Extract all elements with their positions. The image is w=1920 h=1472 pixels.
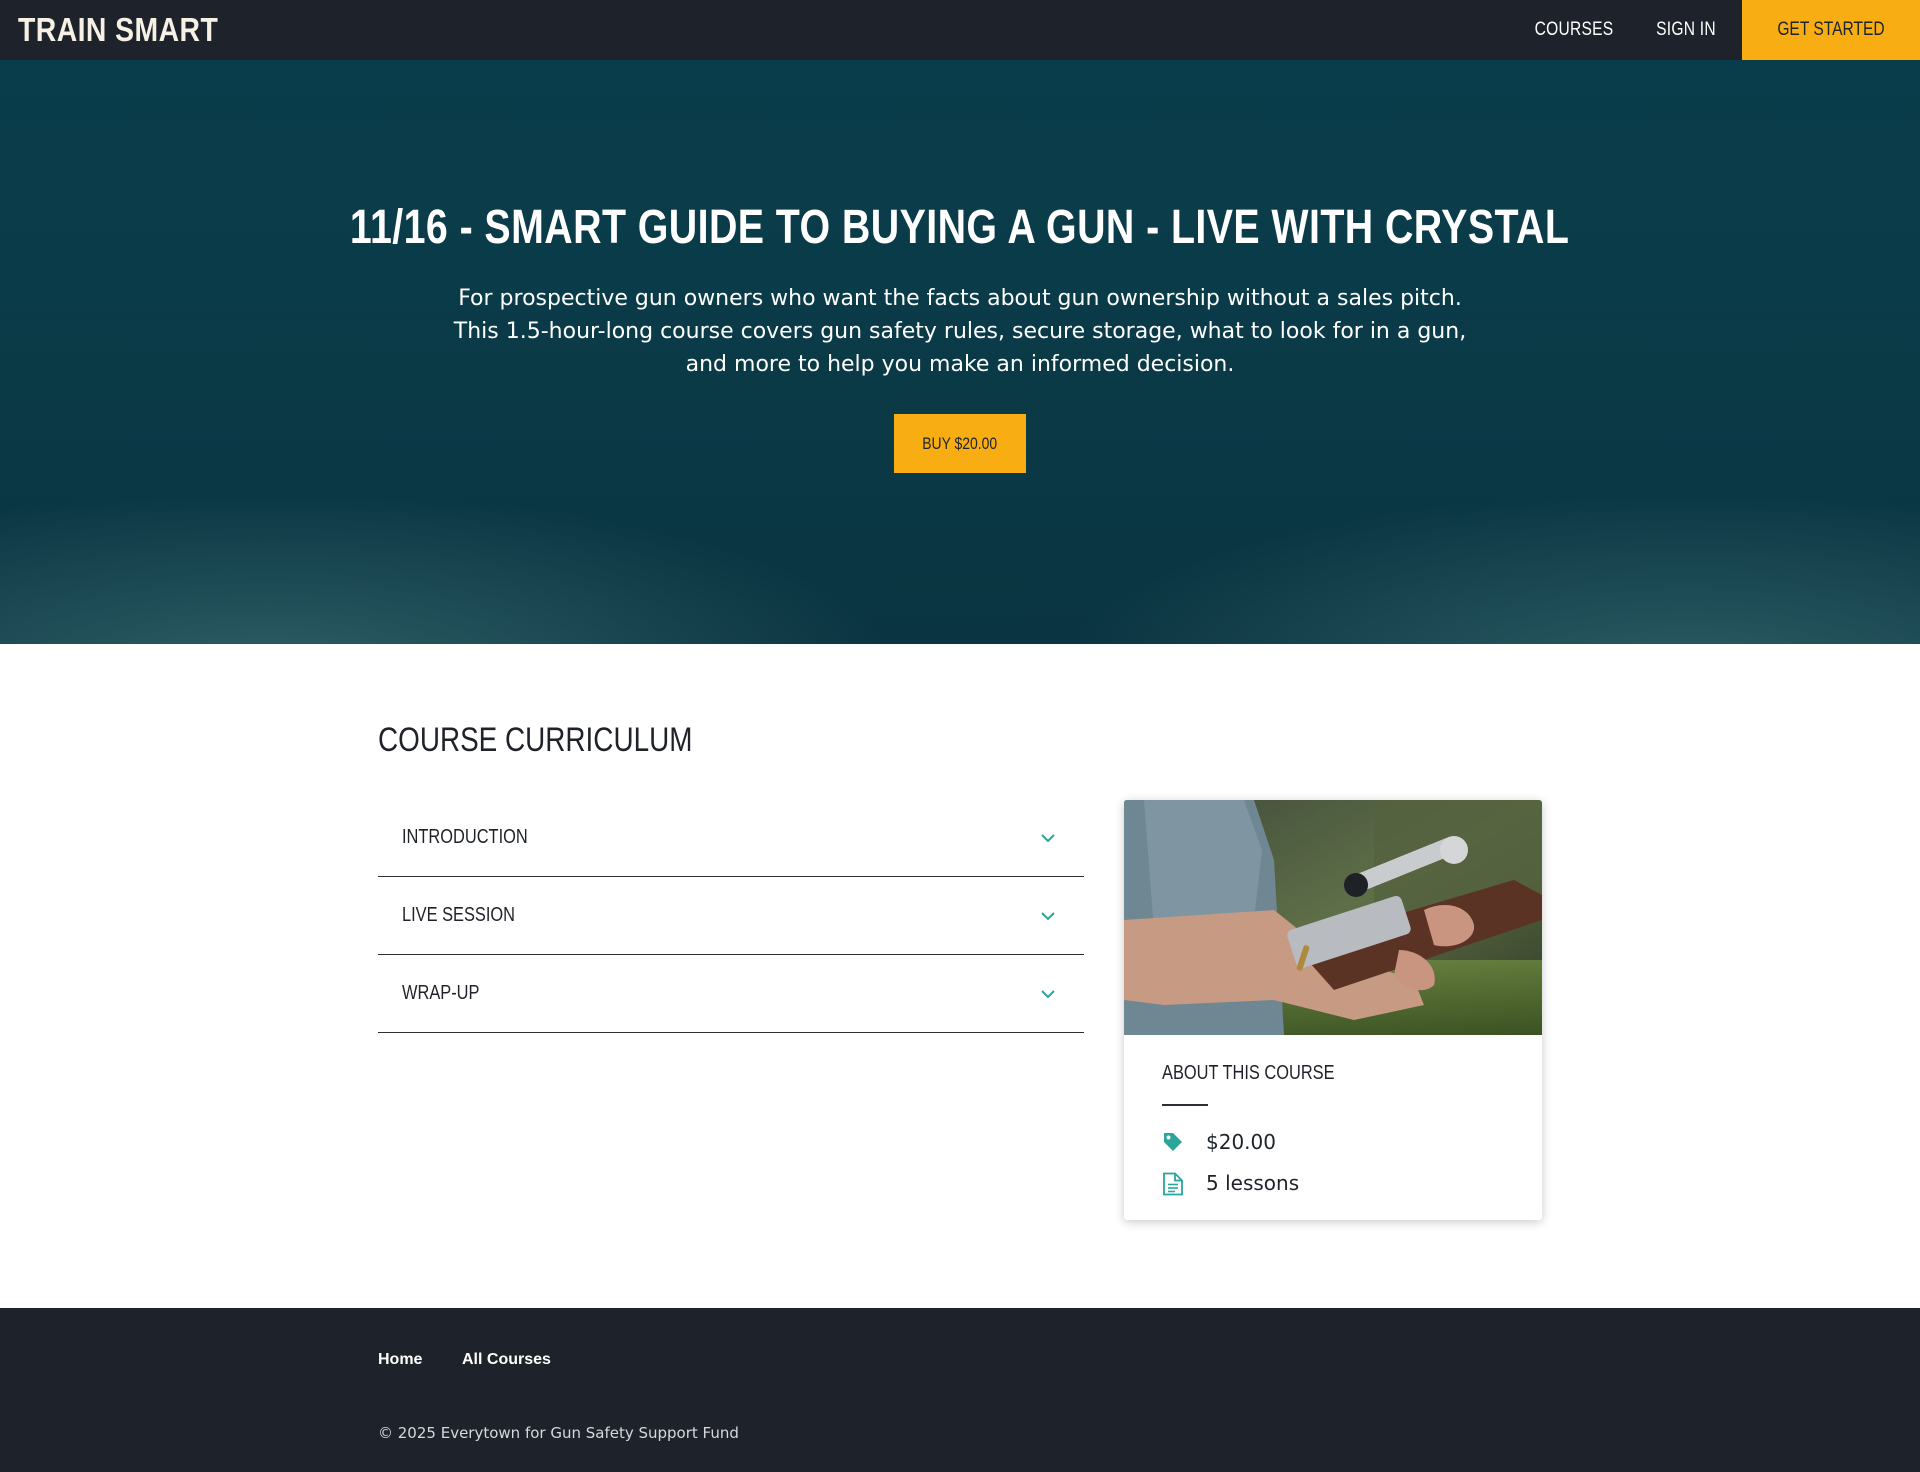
course-image bbox=[1124, 800, 1542, 1035]
course-hero: 11/16 - SMART GUIDE TO BUYING A GUN - LI… bbox=[0, 60, 1920, 644]
nav-sign-in-link[interactable]: SIGN IN bbox=[1645, 0, 1727, 60]
buy-button[interactable]: BUY $20.00 bbox=[894, 414, 1026, 473]
tag-icon bbox=[1164, 1133, 1182, 1151]
about-heading: ABOUT THIS COURSE bbox=[1162, 1062, 1335, 1084]
about-course-card: ABOUT THIS COURSE $20.00 5 lessons bbox=[1124, 800, 1542, 1220]
buy-button-label: BUY $20.00 bbox=[922, 434, 998, 453]
heading-divider bbox=[1162, 1104, 1208, 1106]
footer-all-courses-link[interactable]: All Courses bbox=[462, 1349, 551, 1371]
curriculum-list: INTRODUCTION LIVE SESSION WRAP-UP bbox=[378, 799, 1084, 1033]
chevron-down-icon[interactable] bbox=[1040, 908, 1056, 924]
chapter-label: LIVE SESSION bbox=[402, 904, 516, 926]
site-footer: Home All Courses © 2025 Everytown for Gu… bbox=[0, 1308, 1920, 1472]
copyright-text: © 2025 Everytown for Gun Safety Support … bbox=[378, 1424, 739, 1442]
nav-courses-link[interactable]: COURSES bbox=[1533, 0, 1615, 60]
get-started-button[interactable]: GET STARTED NOW bbox=[1742, 0, 1920, 100]
course-title: 11/16 - SMART GUIDE TO BUYING A GUN - LI… bbox=[0, 198, 1920, 258]
chapter-label: WRAP-UP bbox=[402, 982, 480, 1004]
course-price: $20.00 bbox=[1206, 1130, 1276, 1154]
footer-home-link[interactable]: Home bbox=[378, 1349, 422, 1371]
course-title-text: 11/16 - SMART GUIDE TO BUYING A GUN - LI… bbox=[350, 201, 1570, 254]
brand-logo[interactable]: TRAIN SMART bbox=[18, 8, 218, 52]
curriculum-heading: COURSE CURRICULUM bbox=[378, 721, 693, 759]
top-navigation-bar: TRAIN SMART COURSES SIGN IN GET STARTED … bbox=[0, 0, 1920, 100]
document-icon bbox=[1163, 1172, 1183, 1196]
chapter-label: INTRODUCTION bbox=[402, 826, 528, 848]
chevron-down-icon[interactable] bbox=[1040, 986, 1056, 1002]
chapter-wrap-up[interactable]: WRAP-UP bbox=[378, 955, 1084, 1033]
lesson-count: 5 lessons bbox=[1206, 1171, 1300, 1195]
chapter-introduction[interactable]: INTRODUCTION bbox=[378, 799, 1084, 877]
chevron-down-icon[interactable] bbox=[1040, 830, 1056, 846]
course-description: For prospective gun owners who want the … bbox=[453, 286, 1467, 377]
chapter-live-session[interactable]: LIVE SESSION bbox=[378, 877, 1084, 955]
